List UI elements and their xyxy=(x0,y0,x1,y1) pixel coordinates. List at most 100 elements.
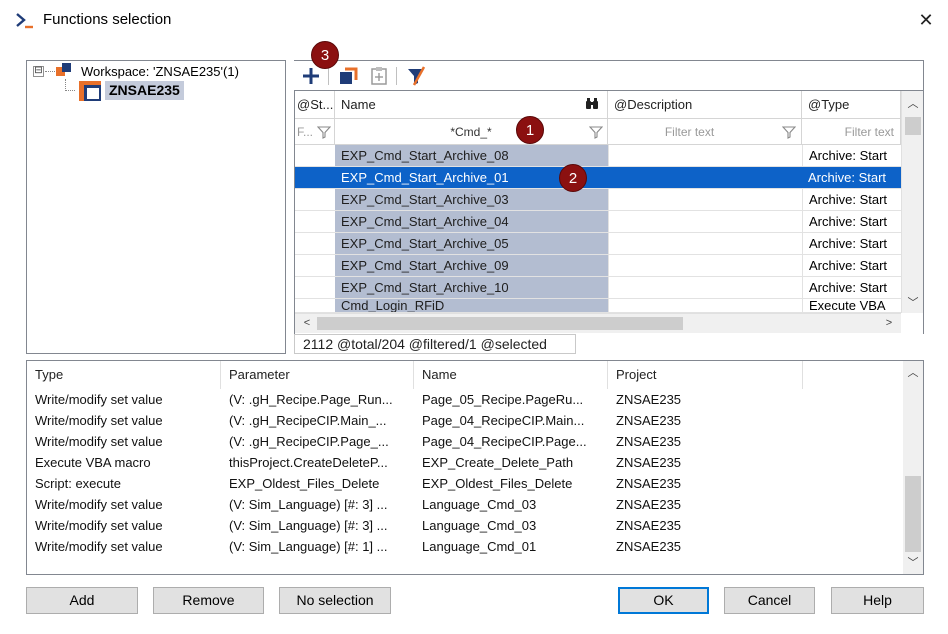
status-cell xyxy=(295,233,335,255)
list-cell-name: Language_Cmd_03 xyxy=(422,497,537,512)
description-cell xyxy=(608,211,802,233)
filter-description[interactable]: Filter text xyxy=(608,119,802,145)
list-cell-project: ZNSAE235 xyxy=(616,392,682,407)
status-cell xyxy=(295,277,335,299)
list-cell-type: Script: execute xyxy=(35,476,121,491)
description-cell xyxy=(608,189,802,211)
callout-badge: 2 xyxy=(559,164,587,192)
list-cell-parameter: (V: Sim_Language) [#: 3] ... xyxy=(229,518,388,533)
title-bar: Functions selection ✕ xyxy=(0,0,948,40)
list-cell-type: Write/modify set value xyxy=(35,434,163,449)
scroll-up-icon[interactable]: ︿ xyxy=(905,365,921,381)
list-cell-type: Write/modify set value xyxy=(35,392,163,407)
name-cell: EXP_Cmd_Start_Archive_08 xyxy=(335,145,608,167)
name-cell: EXP_Cmd_Start_Archive_10 xyxy=(335,277,608,299)
list-cell-project: ZNSAE235 xyxy=(616,434,682,449)
name-cell: EXP_Cmd_Start_Archive_09 xyxy=(335,255,608,277)
toolbar-separator xyxy=(328,67,329,85)
tree-item-project[interactable]: ZNSAE235 xyxy=(105,81,184,100)
name-cell: EXP_Cmd_Start_Archive_04 xyxy=(335,211,608,233)
description-cell xyxy=(608,255,802,277)
filter-status-text: F... xyxy=(297,125,314,139)
list-cell-parameter: thisProject.CreateDeleteP... xyxy=(229,455,388,470)
type-cell: Archive: Start xyxy=(802,277,901,299)
column-header-name-label: Name xyxy=(341,97,376,112)
no-selection-button[interactable]: No selection xyxy=(279,587,391,614)
funnel-icon[interactable] xyxy=(782,125,796,139)
column-header-description[interactable]: @Description xyxy=(608,91,802,119)
name-cell: EXP_Cmd_Start_Archive_05 xyxy=(335,233,608,255)
description-cell xyxy=(608,277,802,299)
funnel-icon[interactable] xyxy=(589,125,603,139)
status-cell xyxy=(295,255,335,277)
project-icon xyxy=(79,81,101,101)
tree-item-workspace[interactable]: Workspace: 'ZNSAE235'(1) xyxy=(81,64,239,79)
callout-badge: 1 xyxy=(516,116,544,144)
scroll-down-icon[interactable]: ﹀ xyxy=(905,555,921,571)
column-header-type[interactable]: @Type xyxy=(802,91,901,119)
remove-button[interactable]: Remove xyxy=(153,587,264,614)
callout-badge: 3 xyxy=(311,41,339,69)
list-vertical-scrollbar[interactable]: ︿ ﹀ xyxy=(903,361,923,574)
type-cell: Archive: Start xyxy=(802,255,901,277)
add-button[interactable]: Add xyxy=(26,587,138,614)
link-icon[interactable] xyxy=(336,63,362,89)
list-cell-name: EXP_Create_Delete_Path xyxy=(422,455,574,470)
description-cell xyxy=(608,233,802,255)
selected-functions-list: Type Parameter Name Project Write/modify… xyxy=(26,360,924,575)
scroll-thumb[interactable] xyxy=(905,476,921,552)
list-cell-project: ZNSAE235 xyxy=(616,476,682,491)
list-cell-parameter: (V: Sim_Language) [#: 3] ... xyxy=(229,497,388,512)
type-cell: Archive: Start xyxy=(802,145,901,167)
filter-name[interactable]: *Cmd_* xyxy=(335,119,608,145)
list-cell-type: Write/modify set value xyxy=(35,497,163,512)
type-cell: Archive: Start xyxy=(802,189,901,211)
ok-button[interactable]: OK xyxy=(618,587,709,614)
scroll-thumb[interactable] xyxy=(317,317,683,330)
list-cell-parameter: EXP_Oldest_Files_Delete xyxy=(229,476,380,491)
scroll-right-icon[interactable]: > xyxy=(881,315,897,331)
list-header-type[interactable]: Type xyxy=(27,361,221,389)
filter-clear-icon[interactable] xyxy=(404,63,430,89)
list-header-name[interactable]: Name xyxy=(414,361,608,389)
status-cell xyxy=(295,211,335,233)
list-cell-type: Execute VBA macro xyxy=(35,455,151,470)
type-cell: Archive: Start xyxy=(802,233,901,255)
list-header-parameter[interactable]: Parameter xyxy=(221,361,414,389)
list-cell-name: Page_05_Recipe.PageRu... xyxy=(422,392,584,407)
type-cell: Archive: Start xyxy=(802,211,901,233)
list-cell-name: Language_Cmd_03 xyxy=(422,518,537,533)
list-header-project[interactable]: Project xyxy=(608,361,803,389)
window-title: Functions selection xyxy=(43,11,172,28)
description-cell xyxy=(608,299,802,313)
cancel-button[interactable]: Cancel xyxy=(724,587,815,614)
toolbar-separator xyxy=(396,67,397,85)
list-cell-project: ZNSAE235 xyxy=(616,413,682,428)
paste-icon[interactable] xyxy=(366,63,392,89)
binoculars-icon[interactable] xyxy=(585,98,599,110)
grid-toolbar xyxy=(294,60,924,90)
column-header-name[interactable]: Name xyxy=(335,91,608,119)
list-cell-name: Page_04_RecipeCIP.Main... xyxy=(422,413,585,428)
column-header-status[interactable]: @St... xyxy=(295,91,335,119)
scroll-left-icon[interactable]: < xyxy=(299,315,315,331)
list-cell-parameter: (V: .gH_Recipe.Page_Run... xyxy=(229,392,393,407)
help-button[interactable]: Help xyxy=(831,587,924,614)
filter-type[interactable]: Filter text xyxy=(802,119,901,145)
filter-status[interactable]: F... xyxy=(295,119,335,145)
funnel-icon[interactable] xyxy=(317,125,331,139)
scroll-up-icon[interactable]: ︿ xyxy=(905,96,921,112)
list-cell-name: EXP_Oldest_Files_Delete xyxy=(422,476,573,491)
grid-horizontal-scrollbar[interactable]: < > xyxy=(295,313,901,333)
list-cell-type: Write/modify set value xyxy=(35,518,163,533)
grid-vertical-scrollbar[interactable]: ︿ ﹀ xyxy=(901,91,923,313)
close-button[interactable]: ✕ xyxy=(912,6,940,34)
type-cell: Execute VBA xyxy=(802,299,901,313)
list-cell-name: Language_Cmd_01 xyxy=(422,539,537,554)
name-cell: EXP_Cmd_Start_Archive_03 xyxy=(335,189,608,211)
tree-connector xyxy=(65,90,75,91)
list-cell-project: ZNSAE235 xyxy=(616,518,682,533)
tree-expander-icon[interactable]: ⊟ xyxy=(33,66,44,77)
scroll-down-icon[interactable]: ﹀ xyxy=(905,295,921,311)
scroll-thumb[interactable] xyxy=(905,117,921,135)
